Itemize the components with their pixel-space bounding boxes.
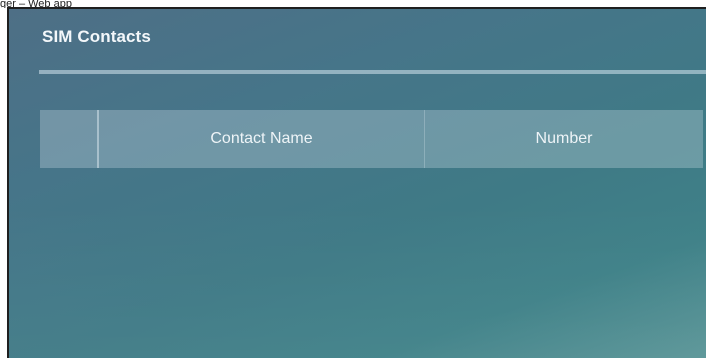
title-divider [39, 70, 706, 74]
contacts-table-header: Contact Name Number [40, 110, 703, 168]
contact-name-column-header[interactable]: Contact Name [99, 110, 425, 168]
select-column-header[interactable] [40, 110, 99, 168]
number-column-header[interactable]: Number [425, 110, 703, 168]
sim-contacts-panel: SIM Contacts Contact Name Number [7, 7, 706, 358]
panel-title: SIM Contacts [42, 27, 151, 46]
